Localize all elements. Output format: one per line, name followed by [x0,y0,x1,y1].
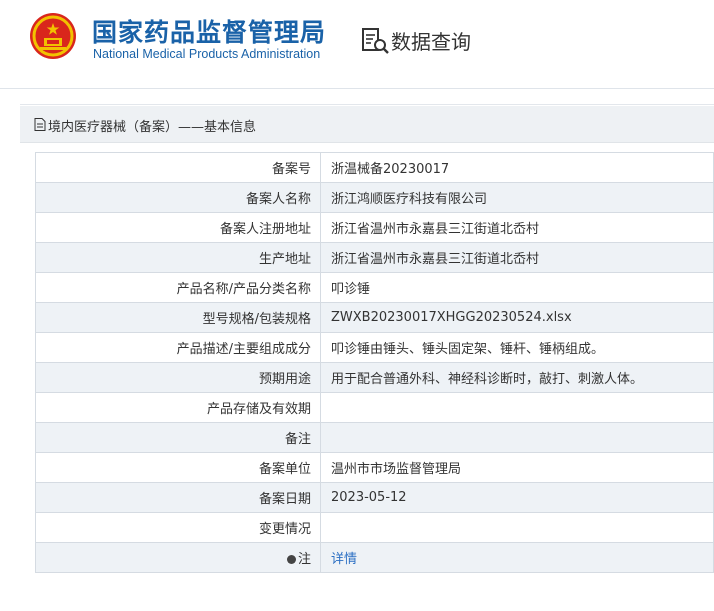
table-row: 产品名称/产品分类名称 叩诊锤 [35,272,714,303]
field-value: 温州市市场监督管理局 [320,452,714,483]
field-label: 备案号 [35,152,321,183]
field-label: 备案日期 [35,482,321,513]
field-label: 产品存储及有效期 [35,392,321,423]
record-table: 备案号 浙温械备20230017 备案人名称 浙江鸿顺医疗科技有限公司 备案人注册地… [35,152,714,573]
field-label: 预期用途 [35,362,321,393]
note-label-cell: 注 [35,542,321,573]
field-value: 浙江省温州市永嘉县三江街道北岙村 [320,212,714,243]
field-label: 产品名称/产品分类名称 [35,272,321,303]
table-row: 注 详情 [35,542,714,573]
field-label: 备案人名称 [35,182,321,213]
table-row: 产品描述/主要组成成分 叩诊锤由锤头、锤头固定架、锤杆、锤柄组成。 [35,332,714,363]
table-row: 变更情况 [35,512,714,543]
field-label: 备案人注册地址 [35,212,321,243]
field-label: 备案单位 [35,452,321,483]
site-header: 国家药品监督管理局 National Medical Products Admi… [0,0,714,89]
panel-title: 境内医疗器械（备案）——基本信息 [48,120,257,135]
field-value: 2023-05-12 [320,482,714,513]
field-label: 生产地址 [35,242,321,273]
table-row: 型号规格/包装规格 ZWXB20230017XHGG20230524.xlsx [35,302,714,333]
site-subtitle: National Medical Products Administration [93,47,321,61]
field-label: 产品描述/主要组成成分 [35,332,321,363]
table-row: 生产地址 浙江省温州市永嘉县三江街道北岙村 [35,242,714,273]
field-label: 备注 [35,422,321,453]
field-value: 浙江鸿顺医疗科技有限公司 [320,182,714,213]
field-value: 叩诊锤由锤头、锤头固定架、锤杆、锤柄组成。 [320,332,714,363]
pin-icon [286,555,296,564]
document-icon [34,118,46,131]
field-label: 变更情况 [35,512,321,543]
note-label: 注 [297,552,311,567]
field-value: 浙江省温州市永嘉县三江街道北岙村 [320,242,714,273]
national-emblem-icon [30,13,76,59]
table-row: 预期用途 用于配合普通外科、神经科诊断时，敲打、刺激人体。 [35,362,714,393]
site-title: 国家药品监督管理局 [92,18,327,47]
panel-header: 境内医疗器械（备案）——基本信息 [20,106,714,143]
field-value [320,512,714,543]
table-row: 产品存储及有效期 [35,392,714,423]
table-row: 备案号 浙温械备20230017 [35,152,714,183]
field-value [320,392,714,423]
table-row: 备注 [35,422,714,453]
page-heading: 数据查询 [391,30,471,54]
document-search-icon [362,28,389,54]
field-label: 型号规格/包装规格 [35,302,321,333]
table-row: 备案人注册地址 浙江省温州市永嘉县三江街道北岙村 [35,212,714,243]
table-row: 备案单位 温州市市场监督管理局 [35,452,714,483]
table-row: 备案人名称 浙江鸿顺医疗科技有限公司 [35,182,714,213]
field-value [320,422,714,453]
field-value: ZWXB20230017XHGG20230524.xlsx [320,302,714,333]
table-row: 备案日期 2023-05-12 [35,482,714,513]
note-value: 详情 [320,542,714,573]
field-value: 叩诊锤 [320,272,714,303]
field-value: 用于配合普通外科、神经科诊断时，敲打、刺激人体。 [320,362,714,393]
detail-link[interactable]: 详情 [331,552,357,567]
field-value: 浙温械备20230017 [320,152,714,183]
